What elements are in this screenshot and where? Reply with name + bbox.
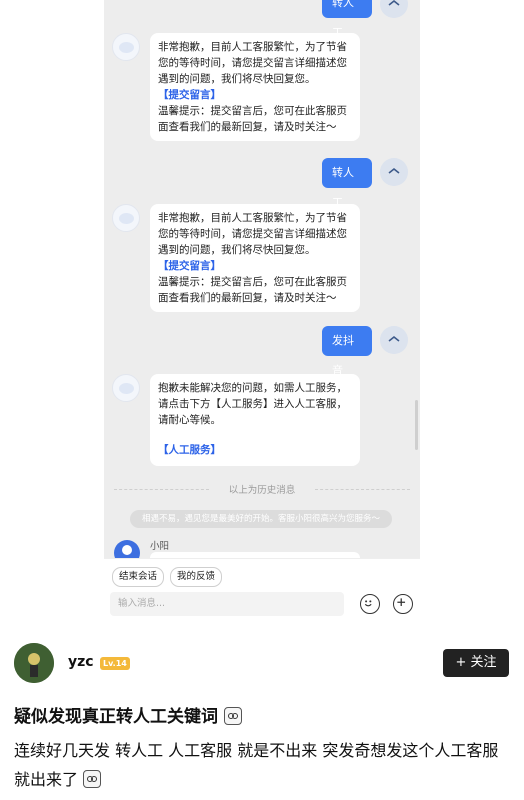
submit-message-link[interactable]: 【提交留言】 [158,87,352,103]
user-message-text: 发抖音 [332,334,354,377]
my-feedback-button[interactable]: 我的反馈 [170,567,223,587]
user-message-bubble: 转人工 [322,158,372,209]
user-avatar-icon [380,0,408,18]
user-avatar-icon [380,326,408,354]
bot-message-text: 非常抱歉，目前人工客服繁忙，为了节省您的等待时间，请您提交留言详细描述您遇到的问… [158,212,347,256]
bot-message-bubble: 抱歉未能解决您的问题，如需人工服务，请点击下方【人工服务】进入人工客服，请耐心等… [150,374,360,466]
chat-input-bar: 结束会话 我的反馈 输入消息... [104,558,420,620]
chat-screenshot: 转人工 非常抱歉，目前人工客服繁忙，为了节省您的等待时间，请您提交留言详细描述您… [104,0,420,620]
scrollbar[interactable] [415,400,418,450]
bot-message-bubble: 非常抱歉，目前人工客服繁忙，为了节省您的等待时间，请您提交留言详细描述您遇到的问… [150,33,360,141]
bot-avatar-icon [112,374,140,402]
post-title-text: 疑似发现真正转人工关键词 [14,707,218,727]
bot-avatar-icon [112,33,140,61]
bot-message-bubble: 非常抱歉，目前人工客服繁忙，为了节省您的等待时间，请您提交留言详细描述您遇到的问… [150,204,360,312]
follow-button[interactable]: + 关注 [443,649,509,677]
agent-name: 小阳 [150,541,170,552]
user-message-bubble: 发抖音 [322,326,372,377]
bot-tip-text: 温馨提示：提交留言后，您可在此客服页面查看我们的最新回复，请及时关注～ [158,105,347,133]
username[interactable]: yzc [68,654,94,670]
human-service-link[interactable]: 【人工服务】 [158,442,352,458]
bot-avatar-icon [112,204,140,232]
plus-circle-icon[interactable] [393,594,413,614]
bot-message-text: 抱歉未能解决您的问题，如需人工服务，请点击下方【人工服务】进入人工客服，请耐心等… [158,382,347,426]
system-tip: 相遇不易，遇见您是最美好的开始。客服小阳很高兴为您服务～ [130,510,392,528]
bot-tip-text: 温馨提示：提交留言后，您可在此客服页面查看我们的最新回复，请及时关注～ [158,276,347,304]
post-body: 连续好几天发 转人工 人工客服 就是不出来 突发奇想发这个人工客服就出来了 [14,736,510,794]
sticker-emoji-icon [83,770,102,788]
bot-message-text: 非常抱歉，目前人工客服繁忙，为了节省您的等待时间，请您提交留言详细描述您遇到的问… [158,41,347,85]
sticker-emoji-icon [223,707,242,725]
message-input[interactable]: 输入消息... [110,592,344,616]
post-title: 疑似发现真正转人工关键词 [14,702,242,727]
emoji-icon[interactable] [360,594,380,614]
end-session-button[interactable]: 结束会话 [112,567,165,587]
avatar[interactable] [14,643,54,683]
user-message-bubble: 转人工 [322,0,372,39]
history-divider-text: 以上为历史消息 [228,485,296,496]
user-message-text: 转人工 [332,166,354,209]
submit-message-link[interactable]: 【提交留言】 [158,258,352,274]
history-divider: 以上为历史消息 [114,485,410,496]
level-badge: Lv.14 [100,657,130,670]
user-avatar-icon [380,158,408,186]
